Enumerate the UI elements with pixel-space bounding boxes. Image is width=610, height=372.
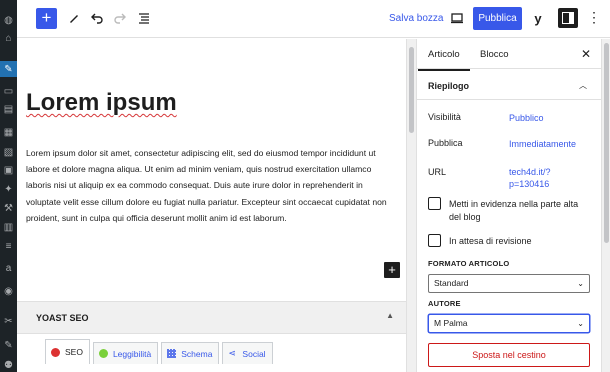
url-label: URL — [428, 167, 447, 177]
undo-icon[interactable] — [88, 9, 106, 27]
collapse-icon[interactable]: ▲ — [386, 311, 394, 320]
tab-blocco[interactable]: Blocco — [480, 49, 509, 60]
post-title[interactable]: Lorem ipsum — [26, 89, 177, 117]
wrench-icon[interactable]: ✂ — [3, 316, 14, 327]
close-icon[interactable]: ✕ — [581, 47, 591, 61]
chevron-down-icon: ⌄ — [577, 319, 584, 328]
tab-label: SEO — [65, 347, 83, 357]
paragraph-block[interactable]: Lorem ipsum dolor sit amet, consectetur … — [26, 145, 394, 226]
redo-icon[interactable] — [111, 9, 129, 27]
url-line-2: p=130416 — [509, 179, 550, 189]
yoast-metabox: YOAST SEO ▲ SEO Leggibilità Schema ⋖ Soc… — [17, 301, 406, 372]
seo-score-icon — [51, 347, 60, 357]
settings-icon[interactable]: ▥ — [3, 222, 14, 233]
more-options-icon[interactable]: ⋮ — [587, 8, 601, 28]
pending-review-checkbox[interactable] — [428, 234, 441, 247]
users-icon[interactable]: ✦ — [3, 184, 14, 195]
tools-pen-icon[interactable] — [65, 9, 83, 27]
visibility-label: Visibilità — [428, 112, 461, 122]
pending-review-label: In attesa di revisione — [449, 236, 532, 246]
tab-label: Social — [242, 348, 266, 359]
move-to-trash-button[interactable]: Sposta nel cestino — [428, 343, 590, 367]
post-format-caption: FORMATO ARTICOLO — [428, 259, 510, 268]
author-value: M Palma — [434, 318, 468, 328]
editor-toolbar: + Salva bozza Pubblica y ⋮ — [17, 0, 610, 38]
appearance-icon[interactable]: ▧ — [3, 147, 14, 158]
preview-desktop-icon[interactable] — [448, 9, 466, 27]
readability-score-icon — [98, 349, 108, 358]
tab-readability[interactable]: Leggibilità — [92, 342, 159, 364]
tab-social[interactable]: ⋖ Social — [222, 342, 273, 364]
schema-grid-icon — [167, 349, 177, 358]
publish-button[interactable]: Pubblica — [473, 7, 522, 30]
author-select[interactable]: M Palma ⌄ — [428, 314, 590, 333]
author-caption: AUTORE — [428, 299, 461, 308]
pages-icon[interactable]: ▦ — [3, 127, 14, 138]
yoast-label: y — [534, 10, 542, 26]
settings-sidebar: Articolo Blocco ✕ Riepilogo ︿ Visibilità… — [416, 39, 610, 372]
share-icon: ⋖ — [228, 348, 236, 358]
tab-label: Leggibilità — [112, 348, 152, 359]
url-line-1: tech4d.it/? — [509, 167, 551, 177]
comments-icon[interactable]: ▭ — [3, 86, 14, 97]
metabox-header[interactable]: YOAST SEO ▲ — [17, 302, 406, 334]
editor-scrollbar[interactable] — [406, 39, 416, 372]
metabox-title: YOAST SEO — [36, 313, 89, 323]
people-icon[interactable]: ⚉ — [3, 360, 14, 371]
pin-icon[interactable]: ✎ — [0, 61, 17, 77]
publish-value[interactable]: Immediatamente — [509, 138, 576, 150]
media-icon[interactable]: ▤ — [3, 104, 14, 115]
tab-seo[interactable]: SEO — [45, 339, 90, 364]
chevron-down-icon: ⌄ — [577, 279, 584, 288]
home-icon[interactable]: ⌂ — [3, 33, 14, 44]
sticky-label: Metti in evidenza nella parte alta del b… — [449, 199, 579, 222]
summary-panel-header[interactable]: Riepilogo ︿ — [417, 70, 610, 100]
yoast-icon[interactable]: y — [528, 8, 548, 28]
post-format-select[interactable]: Standard ⌄ — [428, 274, 590, 293]
publish-label: Pubblica — [428, 138, 463, 148]
post-format-value: Standard — [434, 278, 469, 288]
yoast-tabs: SEO Leggibilità Schema ⋖ Social — [45, 339, 276, 364]
tools-icon[interactable]: ⚒ — [3, 203, 14, 214]
tool-icon[interactable]: ✎ — [3, 340, 14, 351]
list-icon[interactable]: ≡ — [3, 241, 14, 252]
sidebar-scrollbar[interactable] — [601, 39, 610, 372]
chevron-up-icon[interactable]: ︿ — [579, 80, 587, 91]
amazon-icon[interactable]: a — [3, 263, 14, 274]
sticky-checkbox[interactable] — [428, 197, 441, 210]
block-inserter-button[interactable]: + — [384, 262, 400, 278]
tab-articolo[interactable]: Articolo — [418, 49, 470, 71]
tab-label: Schema — [181, 348, 213, 359]
document-overview-icon[interactable] — [135, 9, 153, 27]
wordpress-icon[interactable]: ◉ — [3, 286, 14, 297]
panel-title: Riepilogo — [428, 81, 469, 91]
add-block-button[interactable]: + — [36, 8, 57, 29]
plugins-icon[interactable]: ▣ — [3, 165, 14, 176]
url-value[interactable]: tech4d.it/? p=130416 — [509, 166, 551, 190]
tab-schema[interactable]: Schema — [161, 342, 220, 364]
save-draft-button[interactable]: Salva bozza — [389, 13, 443, 24]
sidebar-tabs: Articolo Blocco ✕ — [417, 39, 610, 71]
dashboard-icon[interactable]: ◍ — [3, 15, 14, 26]
settings-toggle-button[interactable] — [558, 8, 578, 28]
admin-sidebar: ◍ ⌂ ✎ ▭ ▤ ▦ ▧ ▣ ✦ ⚒ ▥ ≡ a ◉ ✂ ✎ ⚉ — [0, 0, 17, 372]
visibility-value[interactable]: Pubblico — [509, 112, 544, 124]
